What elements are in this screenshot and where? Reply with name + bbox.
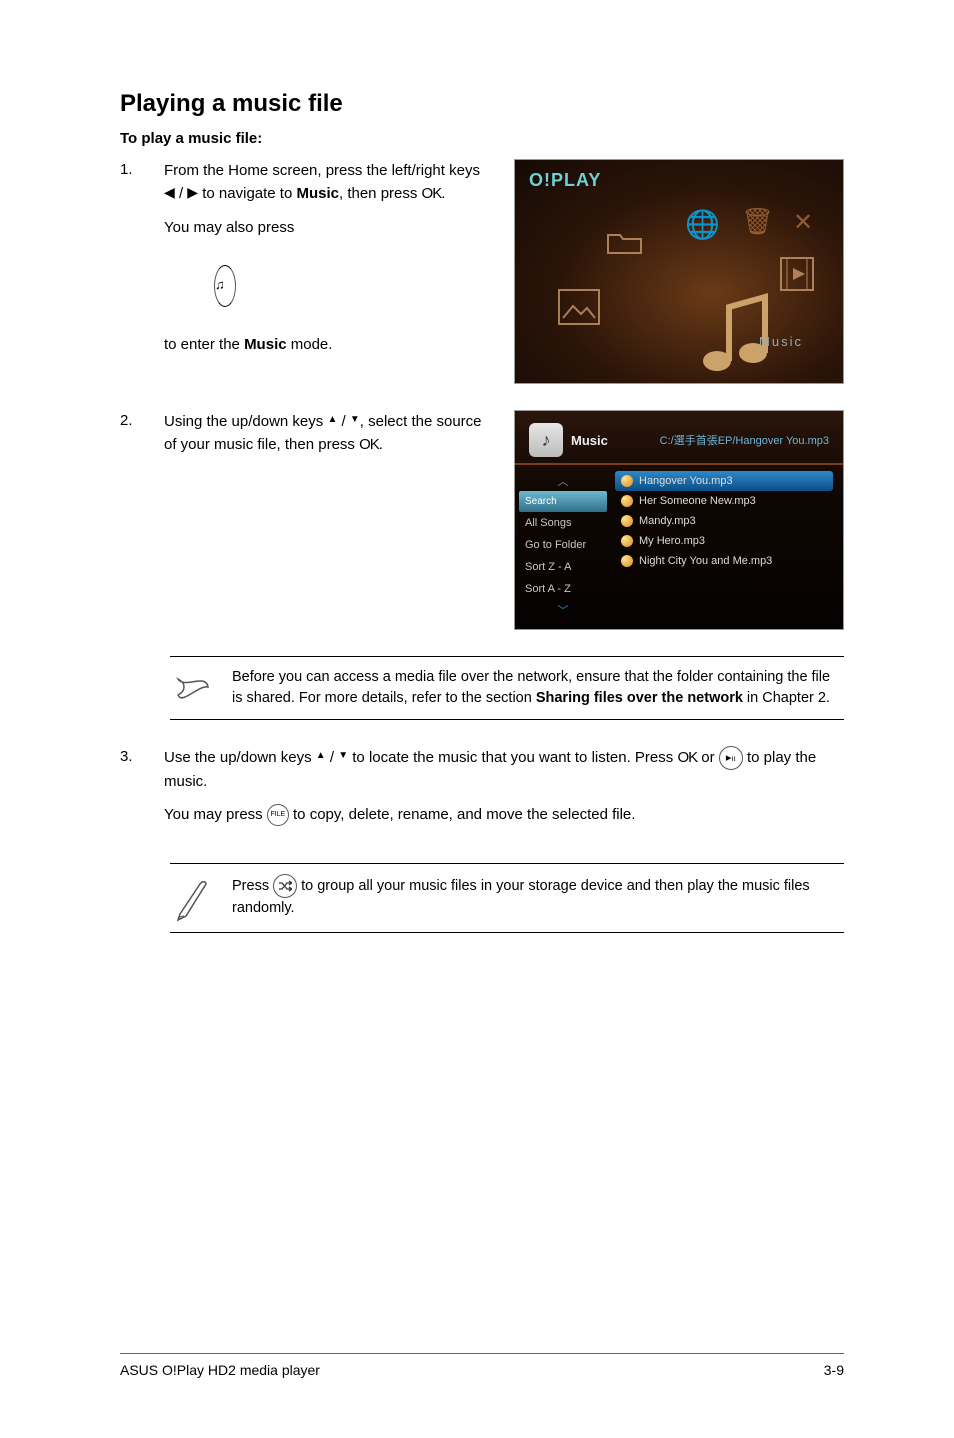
oplay-logo: O!PLAY <box>529 170 601 191</box>
right-arrow-icon: ▶ <box>187 182 198 204</box>
step1-text: From the Home screen, press the left/rig… <box>164 159 494 366</box>
text: . <box>441 185 445 202</box>
step3-text: Use the up/down keys ▲ / ▼ to locate the… <box>164 746 844 837</box>
file-icon <box>621 535 633 547</box>
text: to group all your music files in your st… <box>232 877 810 915</box>
chevron-up-icon: ︿ <box>515 471 611 491</box>
side-item-search: Search <box>519 491 607 512</box>
ok-key-icon: OK <box>359 436 379 453</box>
up-arrow-icon: ▲ <box>327 412 337 428</box>
text: to locate the music that you want to lis… <box>352 749 677 766</box>
text: , then press <box>339 185 422 202</box>
note-text: Before you can access a media file over … <box>232 667 844 709</box>
list-item: My Hero.mp3 <box>615 531 833 551</box>
music-label: Music <box>759 334 803 349</box>
browser-title: Music <box>571 433 608 448</box>
file-icon <box>621 515 633 527</box>
text: Press <box>232 877 273 893</box>
music-header-icon: ♪ <box>529 423 563 457</box>
file-name: Mandy.mp3 <box>639 515 696 527</box>
step-number: 3. <box>120 746 144 837</box>
file-icon <box>621 555 633 567</box>
text: You may also press <box>164 219 294 236</box>
text-bold: Music <box>296 185 339 202</box>
text: / <box>342 413 350 430</box>
note-icon <box>170 667 214 709</box>
left-arrow-icon: ◀ <box>164 182 175 204</box>
chevron-down-icon: ﹀ <box>515 600 611 620</box>
file-icon <box>621 475 633 487</box>
side-item-sort-za: Sort Z - A <box>515 556 611 578</box>
text: to enter the <box>164 336 244 353</box>
list-item: Hangover You.mp3 <box>615 471 833 491</box>
section-subheading: To play a music file: <box>120 130 844 147</box>
down-arrow-icon: ▼ <box>350 412 360 428</box>
file-name: Her Someone New.mp3 <box>639 495 756 507</box>
pen-icon <box>170 874 214 922</box>
play-pause-button-icon: ▸ıı <box>719 746 743 770</box>
file-icon <box>621 495 633 507</box>
text: / <box>330 749 338 766</box>
step-number: 2. <box>120 410 144 433</box>
down-arrow-icon: ▼ <box>338 748 348 764</box>
side-menu: ︿ Search All Songs Go to Folder Sort Z -… <box>515 465 611 626</box>
file-path: C:/選手首張EP/Hangover You.mp3 <box>660 432 829 448</box>
text: . <box>379 436 383 453</box>
file-name: Night City You and Me.mp3 <box>639 555 772 567</box>
shuffle-button-icon <box>273 874 297 898</box>
screenshot-music-browser: ♪ Music C:/選手首張EP/Hangover You.mp3 ︿ Sea… <box>514 410 844 630</box>
list-item: Mandy.mp3 <box>615 511 833 531</box>
text: You may press <box>164 806 267 823</box>
text: mode. <box>287 336 333 353</box>
up-arrow-icon: ▲ <box>316 748 326 764</box>
tools-icon: ✕ <box>793 208 813 237</box>
side-item-sort-az: Sort A - Z <box>515 578 611 600</box>
text: in Chapter 2. <box>743 690 830 706</box>
ok-key-icon: OK <box>677 749 697 766</box>
text-bold: Sharing files over the network <box>536 690 743 706</box>
text: Using the up/down keys <box>164 413 327 430</box>
list-item: Her Someone New.mp3 <box>615 491 833 511</box>
file-button-icon: FILE <box>267 804 289 826</box>
text: / <box>179 185 187 202</box>
file-list: Hangover You.mp3 Her Someone New.mp3 Man… <box>611 465 843 626</box>
text-bold: Music <box>244 336 287 353</box>
note-text: Press to group all your music files in y… <box>232 874 844 919</box>
photo-icon <box>555 286 603 328</box>
screenshot-home: O!PLAY 🌐 🗑 ✕ <box>514 159 844 384</box>
list-item: Night City You and Me.mp3 <box>615 551 833 571</box>
text: to copy, delete, rename, and move the se… <box>293 806 635 823</box>
step-number: 1. <box>120 159 144 182</box>
music-category-icon <box>695 286 775 377</box>
footer-page-number: 3-9 <box>824 1362 844 1378</box>
file-name: My Hero.mp3 <box>639 535 705 547</box>
tip-note: Press to group all your music files in y… <box>170 863 844 933</box>
globe-icon: 🌐 <box>685 208 720 241</box>
ok-key-icon: OK <box>422 185 442 202</box>
step2-text: Using the up/down keys ▲ / ▼, select the… <box>164 410 494 467</box>
info-note: Before you can access a media file over … <box>170 656 844 720</box>
text: or <box>697 749 719 766</box>
file-name: Hangover You.mp3 <box>639 475 733 487</box>
film-icon <box>777 254 817 294</box>
side-item-goto-folder: Go to Folder <box>515 534 611 556</box>
browser-header: ♪ Music C:/選手首張EP/Hangover You.mp3 <box>515 411 843 465</box>
text: Use the up/down keys <box>164 749 316 766</box>
music-note-button-icon: ♫ <box>214 265 236 307</box>
side-item-all-songs: All Songs <box>515 512 611 534</box>
text: to navigate to <box>202 185 296 202</box>
trash-icon: 🗑 <box>741 206 774 237</box>
folder-icon <box>605 224 645 258</box>
footer-left: ASUS O!Play HD2 media player <box>120 1362 320 1378</box>
section-heading: Playing a music file <box>120 90 844 118</box>
text: From the Home screen, press the left/rig… <box>164 162 480 179</box>
page-footer: ASUS O!Play HD2 media player 3-9 <box>120 1353 844 1378</box>
